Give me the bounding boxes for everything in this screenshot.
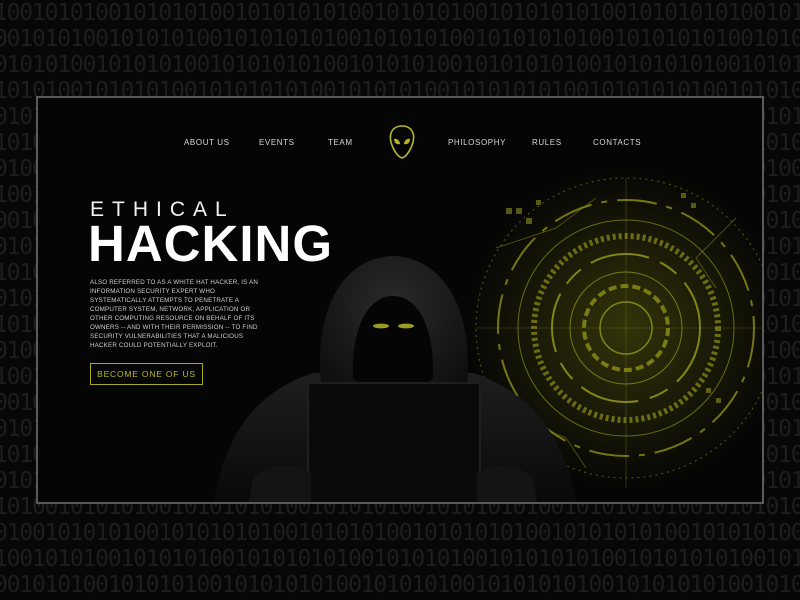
nav-rules[interactable]: RULES [532, 138, 562, 147]
nav-team[interactable]: TEAM [328, 138, 353, 147]
nav-events[interactable]: EVENTS [259, 138, 295, 147]
binary-row: 1001010100101010100101010101001010101001… [0, 0, 800, 26]
nav-philosophy[interactable]: PHILOSOPHY [448, 138, 506, 147]
binary-row: 0101010010101010010101010100101010100101… [0, 52, 800, 78]
binary-row: 0010101001010101001010101010010101010010… [0, 572, 800, 598]
nav-contacts[interactable]: CONTACTS [593, 138, 641, 147]
binary-row: 0010101001010101001010101010010101010010… [0, 26, 800, 52]
alien-head-icon[interactable] [388, 124, 416, 160]
top-navigation: ABOUT US EVENTS TEAM PHILOSOPHY RULES CO… [38, 125, 762, 164]
hero-description: ALSO REFERRED TO AS A WHITE HAT HACKER, … [90, 279, 259, 349]
hero-card: ABOUT US EVENTS TEAM PHILOSOPHY RULES CO… [36, 96, 764, 504]
hero-headline: HACKING [88, 215, 333, 272]
binary-row: 1001010100101010100101010101001010101001… [0, 546, 800, 572]
become-one-of-us-button[interactable]: BECOME ONE OF US [90, 363, 203, 385]
nav-about-us[interactable]: ABOUT US [184, 138, 230, 147]
binary-row: 0100101010100101010101001010101001010101… [0, 520, 800, 546]
